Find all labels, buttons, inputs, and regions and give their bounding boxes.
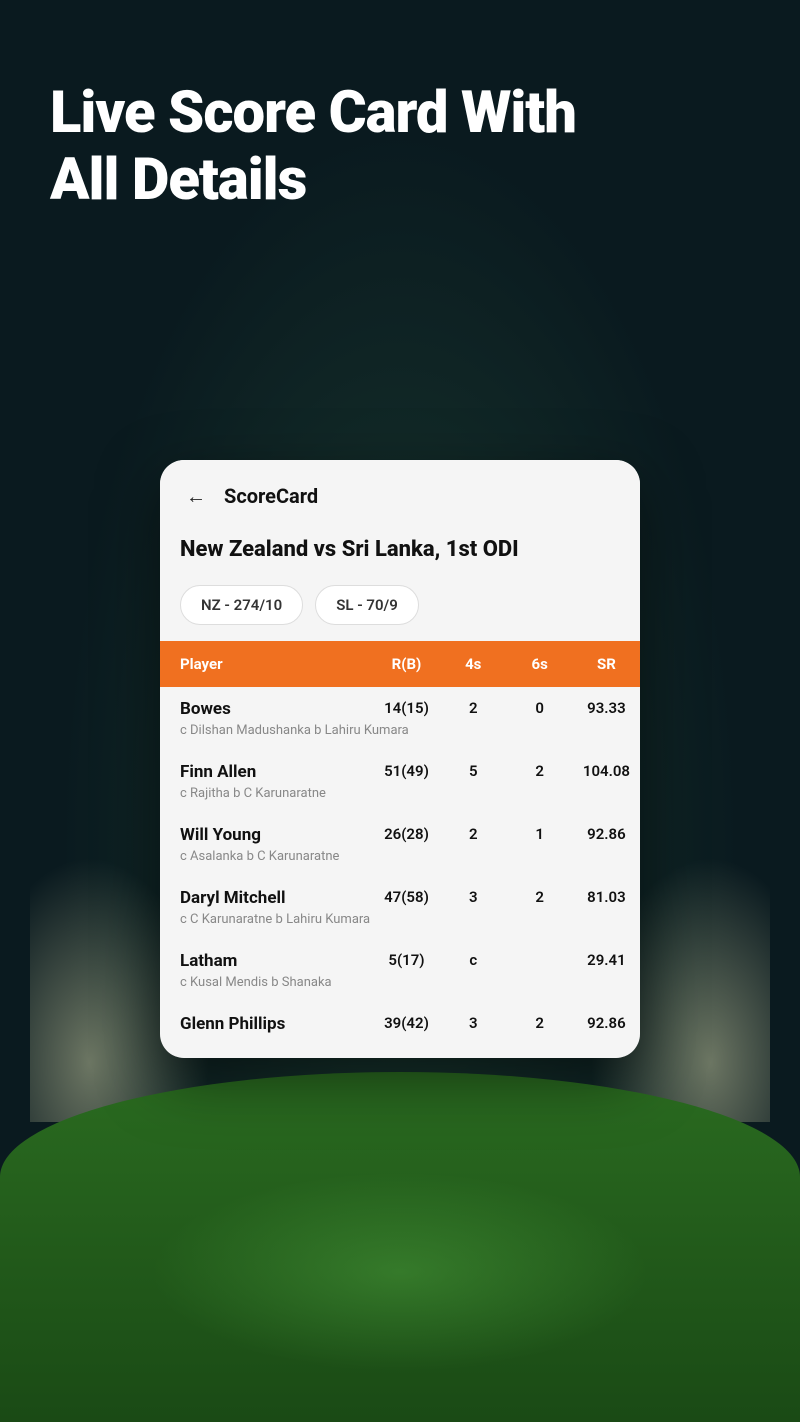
player-4s: 3	[440, 1002, 506, 1038]
scorecard-card: ← ScoreCard New Zealand vs Sri Lanka, 1s…	[160, 460, 640, 1058]
player-name: Will Young	[160, 813, 373, 847]
player-6s: 1	[506, 813, 572, 847]
card-title: ScoreCard	[224, 484, 318, 508]
table-row: Latham 5(17) c 29.41	[160, 939, 640, 973]
player-6s: 0	[506, 687, 572, 721]
player-dismissal: c Kusal Mendis b Shanaka	[160, 973, 640, 1002]
player-rb: 5(17)	[373, 939, 440, 973]
table-row: Will Young 26(28) 2 1 92.86	[160, 813, 640, 847]
player-dismissal: c Dilshan Madushanka b Lahiru Kumara	[160, 721, 640, 750]
grass-highlight	[150, 1172, 650, 1372]
player-rb: 47(58)	[373, 876, 440, 910]
col-rb: R(B)	[373, 641, 440, 687]
match-title: New Zealand vs Sri Lanka, 1st ODI	[160, 528, 640, 569]
player-6s	[506, 939, 572, 973]
player-4s: 3	[440, 876, 506, 910]
player-rb: 26(28)	[373, 813, 440, 847]
scorecard-table: Player R(B) 4s 6s SR Bowes 14(15) 2 0 93…	[160, 641, 640, 1038]
player-name: Bowes	[160, 687, 373, 721]
player-4s: c	[440, 939, 506, 973]
table-row-dismissal: c Rajitha b C Karunaratne	[160, 784, 640, 813]
table-row: Daryl Mitchell 47(58) 3 2 81.03	[160, 876, 640, 910]
player-6s: 2	[506, 750, 572, 784]
player-4s: 2	[440, 687, 506, 721]
headline-line1: Live Score Card With	[50, 79, 576, 147]
player-rb: 51(49)	[373, 750, 440, 784]
player-sr: 81.03	[573, 876, 640, 910]
col-player: Player	[160, 641, 373, 687]
col-sr: SR	[573, 641, 640, 687]
player-dismissal: c C Karunaratne b Lahiru Kumara	[160, 910, 640, 939]
table-header-row: Player R(B) 4s 6s SR	[160, 641, 640, 687]
player-rb: 14(15)	[373, 687, 440, 721]
headline-line2: All Details	[50, 146, 306, 214]
table-row-dismissal: c Kusal Mendis b Shanaka	[160, 973, 640, 1002]
player-4s: 2	[440, 813, 506, 847]
grass	[0, 1072, 800, 1422]
player-name: Daryl Mitchell	[160, 876, 373, 910]
player-sr: 29.41	[573, 939, 640, 973]
table-row: Glenn Phillips 39(42) 3 2 92.86	[160, 1002, 640, 1038]
score-selector: NZ - 274/10 SL - 70/9	[160, 569, 640, 641]
col-6s: 6s	[506, 641, 572, 687]
player-dismissal: c Rajitha b C Karunaratne	[160, 784, 640, 813]
player-sr: 92.86	[573, 1002, 640, 1038]
player-6s: 2	[506, 1002, 572, 1038]
player-rb: 39(42)	[373, 1002, 440, 1038]
table-row: Bowes 14(15) 2 0 93.33	[160, 687, 640, 721]
player-dismissal: c Asalanka b C Karunaratne	[160, 847, 640, 876]
score-pill-sl[interactable]: SL - 70/9	[315, 585, 419, 625]
player-4s: 5	[440, 750, 506, 784]
table-row: Finn Allen 51(49) 5 2 104.08	[160, 750, 640, 784]
player-sr: 104.08	[573, 750, 640, 784]
card-header: ← ScoreCard	[160, 460, 640, 528]
player-6s: 2	[506, 876, 572, 910]
score-pill-nz[interactable]: NZ - 274/10	[180, 585, 303, 625]
table-row-dismissal: c C Karunaratne b Lahiru Kumara	[160, 910, 640, 939]
table-row-dismissal: c Asalanka b C Karunaratne	[160, 847, 640, 876]
player-sr: 93.33	[573, 687, 640, 721]
player-name: Finn Allen	[160, 750, 373, 784]
back-button[interactable]: ←	[180, 480, 212, 512]
player-name: Latham	[160, 939, 373, 973]
player-name: Glenn Phillips	[160, 1002, 373, 1038]
table-row-dismissal: c Dilshan Madushanka b Lahiru Kumara	[160, 721, 640, 750]
headline: Live Score Card With All Details	[50, 80, 576, 213]
col-4s: 4s	[440, 641, 506, 687]
player-sr: 92.86	[573, 813, 640, 847]
